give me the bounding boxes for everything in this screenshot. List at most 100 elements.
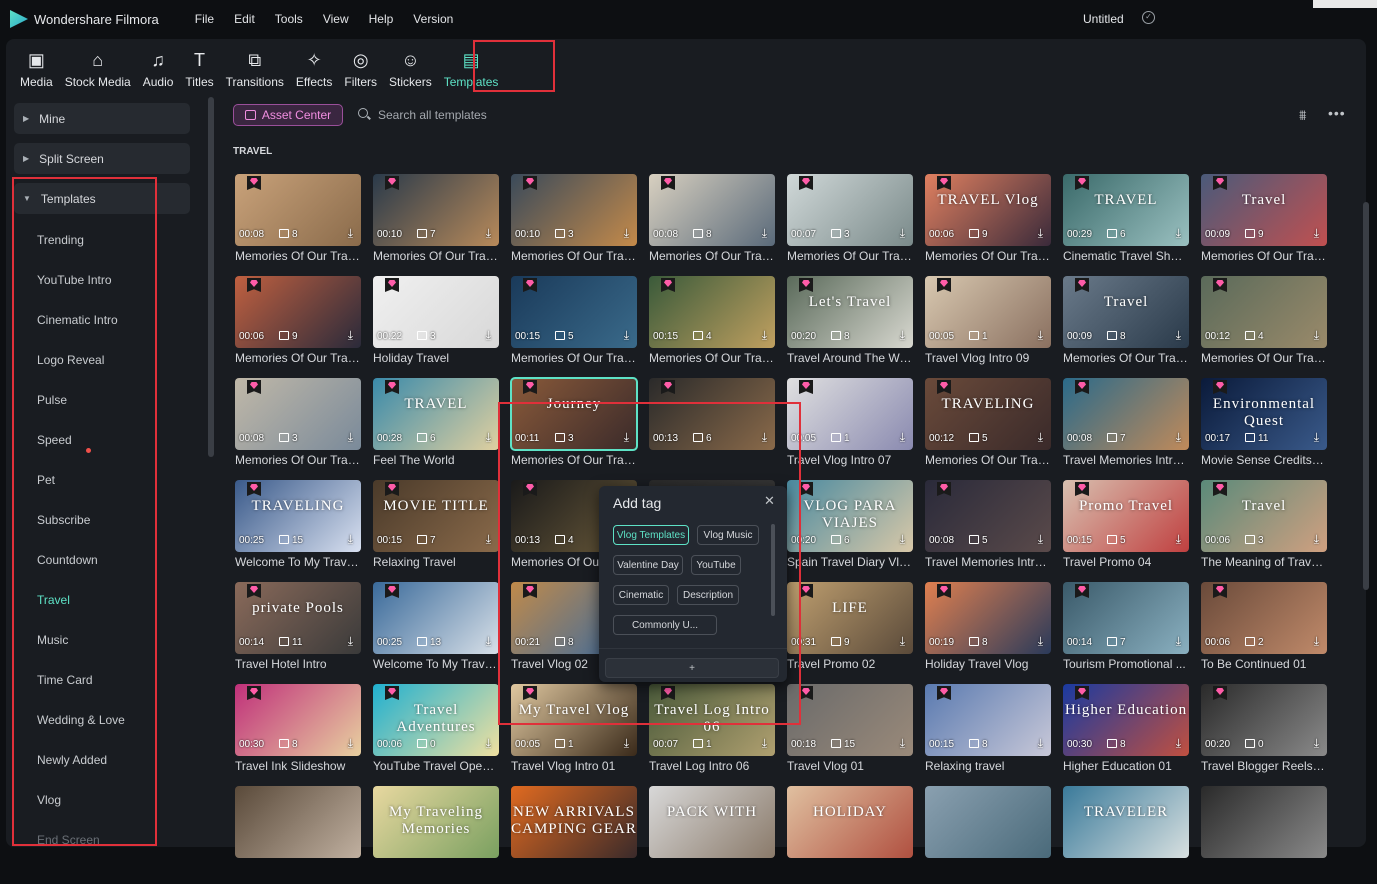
template-thumbnail[interactable]: 00:08 3 ⤓ — [235, 378, 361, 450]
template-thumbnail[interactable]: TRAVELING 00:25 15 ⤓ — [235, 480, 361, 552]
template-thumbnail[interactable]: My Traveling Memories — [373, 786, 499, 858]
template-card[interactable]: VLOG PARA VIAJES 00:20 6 ⤓ Spain Travel Diar… — [787, 480, 913, 578]
download-icon[interactable]: ⤓ — [348, 430, 353, 445]
menu-version[interactable]: Version — [403, 12, 463, 26]
download-icon[interactable]: ⤓ — [1038, 532, 1043, 547]
template-thumbnail[interactable]: NEW ARRIVALS CAMPING GEAR — [511, 786, 637, 858]
template-card[interactable]: Travel 00:09 8 ⤓ Memories Of Our Trav... — [1063, 276, 1189, 374]
template-card[interactable]: HOLIDAY — [787, 786, 913, 884]
template-card[interactable]: Travel 00:09 9 ⤓ Memories Of Our Trav... — [1201, 174, 1327, 272]
template-thumbnail[interactable]: 00:05 1 ⤓ — [925, 276, 1051, 348]
more-options-icon[interactable]: ••• — [1328, 105, 1346, 121]
sidebar-item-countdown[interactable]: Countdown — [37, 553, 98, 567]
download-icon[interactable]: ⤓ — [486, 532, 491, 547]
template-card[interactable]: TRAVELER — [1063, 786, 1189, 884]
template-card[interactable]: 00:06 2 ⤓ To Be Continued 01 — [1201, 582, 1327, 680]
download-icon[interactable]: ⤓ — [1038, 226, 1043, 241]
download-icon[interactable]: ⤓ — [1314, 634, 1319, 649]
template-thumbnail[interactable]: 00:07 3 ⤓ — [787, 174, 913, 246]
template-card[interactable]: 00:14 7 ⤓ Tourism Promotional ... — [1063, 582, 1189, 680]
download-icon[interactable]: ⤓ — [1038, 430, 1043, 445]
sidebar-group-split-screen[interactable]: ▶ Split Screen — [14, 143, 190, 174]
download-icon[interactable]: ⤓ — [762, 328, 767, 343]
template-thumbnail[interactable]: 00:15 4 ⤓ — [649, 276, 775, 348]
template-card[interactable]: 00:08 5 ⤓ Travel Memories Intro ... — [925, 480, 1051, 578]
menu-tools[interactable]: Tools — [265, 12, 313, 26]
template-thumbnail[interactable]: 00:08 8 ⤓ — [235, 174, 361, 246]
template-thumbnail[interactable] — [1201, 786, 1327, 858]
filter-icon[interactable]: ⩩ — [1299, 107, 1306, 124]
template-thumbnail[interactable]: 00:20 0 ⤓ — [1201, 684, 1327, 756]
template-thumbnail[interactable]: 00:22 3 ⤓ — [373, 276, 499, 348]
sidebar-item-end-screen[interactable]: End Screen — [37, 833, 100, 847]
tag-cinematic[interactable]: Cinematic — [613, 585, 669, 605]
popup-scrollbar[interactable] — [771, 524, 775, 616]
download-icon[interactable]: ⤓ — [1314, 430, 1319, 445]
tab-stock-media[interactable]: ⌂ Stock Media — [59, 39, 137, 89]
template-card[interactable]: 00:30 8 ⤓ Travel Ink Slideshow — [235, 684, 361, 782]
template-card[interactable]: 00:08 8 ⤓ Memories Of Our Trav... — [235, 174, 361, 272]
template-card[interactable]: 00:08 7 ⤓ Travel Memories Intro ... — [1063, 378, 1189, 476]
download-icon[interactable]: ⤓ — [624, 736, 629, 751]
template-card[interactable] — [235, 786, 361, 884]
template-card[interactable] — [1201, 786, 1327, 884]
template-card[interactable]: 00:08 8 ⤓ Memories Of Our Trav... — [649, 174, 775, 272]
template-thumbnail[interactable]: Travel 00:06 3 ⤓ — [1201, 480, 1327, 552]
template-card[interactable]: 00:05 1 ⤓ Travel Vlog Intro 07 — [787, 378, 913, 476]
download-icon[interactable]: ⤓ — [1038, 736, 1043, 751]
template-card[interactable]: Promo Travel 00:15 5 ⤓ Travel Promo 04 — [1063, 480, 1189, 578]
download-icon[interactable]: ⤓ — [900, 532, 905, 547]
template-thumbnail[interactable] — [235, 786, 361, 858]
download-icon[interactable]: ⤓ — [1176, 532, 1181, 547]
template-thumbnail[interactable]: 00:10 3 ⤓ — [511, 174, 637, 246]
sidebar-item-youtube-intro[interactable]: YouTube Intro — [37, 273, 112, 287]
template-card[interactable]: Higher Education 00:30 8 ⤓ Higher Education … — [1063, 684, 1189, 782]
template-card[interactable]: NEW ARRIVALS CAMPING GEAR — [511, 786, 637, 884]
template-card[interactable] — [925, 786, 1051, 884]
template-thumbnail[interactable]: 00:19 8 ⤓ — [925, 582, 1051, 654]
window-controls[interactable] — [1313, 0, 1377, 8]
template-thumbnail[interactable]: private Pools 00:14 11 ⤓ — [235, 582, 361, 654]
template-thumbnail[interactable]: PACK WITH — [649, 786, 775, 858]
template-card[interactable]: LIFE 00:31 9 ⤓ Travel Promo 02 — [787, 582, 913, 680]
sidebar-item-logo-reveal[interactable]: Logo Reveal — [37, 353, 104, 367]
template-thumbnail[interactable]: 00:12 4 ⤓ — [1201, 276, 1327, 348]
download-icon[interactable]: ⤓ — [1038, 634, 1043, 649]
download-icon[interactable]: ⤓ — [624, 226, 629, 241]
download-icon[interactable]: ⤓ — [348, 226, 353, 241]
template-thumbnail[interactable]: 00:06 9 ⤓ — [235, 276, 361, 348]
download-icon[interactable]: ⤓ — [1314, 736, 1319, 751]
project-title[interactable]: Untitled — [1083, 12, 1124, 26]
download-icon[interactable]: ⤓ — [348, 532, 353, 547]
download-icon[interactable]: ⤓ — [900, 736, 905, 751]
template-card[interactable]: 00:08 3 ⤓ Memories Of Our Trav... — [235, 378, 361, 476]
template-card[interactable]: Travel 00:06 3 ⤓ The Meaning of Travel... — [1201, 480, 1327, 578]
tab-stickers[interactable]: ☺ Stickers — [383, 39, 438, 89]
template-card[interactable]: 00:22 3 ⤓ Holiday Travel — [373, 276, 499, 374]
tab-audio[interactable]: ♫ Audio — [137, 39, 180, 89]
template-card[interactable]: 00:18 15 ⤓ Travel Vlog 01 — [787, 684, 913, 782]
template-thumbnail[interactable]: 00:18 15 ⤓ — [787, 684, 913, 756]
sidebar-item-speed[interactable]: Speed — [37, 433, 72, 447]
download-icon[interactable]: ⤓ — [348, 634, 353, 649]
tab-titles[interactable]: T Titles — [179, 39, 219, 89]
template-thumbnail[interactable]: HOLIDAY — [787, 786, 913, 858]
template-thumbnail[interactable]: TRAVELER — [1063, 786, 1189, 858]
tab-effects[interactable]: ✧ Effects — [290, 39, 338, 89]
download-icon[interactable]: ⤓ — [348, 736, 353, 751]
download-icon[interactable]: ⤓ — [1176, 430, 1181, 445]
template-thumbnail[interactable]: MOVIE TITLE 00:15 7 ⤓ — [373, 480, 499, 552]
download-icon[interactable]: ⤓ — [1176, 226, 1181, 241]
template-thumbnail[interactable]: Let's Travel 00:20 8 ⤓ — [787, 276, 913, 348]
template-card[interactable]: Environmental Quest 00:17 11 ⤓ Movie Sense C… — [1201, 378, 1327, 476]
tab-media[interactable]: ▣ Media — [14, 39, 59, 89]
add-tag-button[interactable]: + — [605, 658, 779, 678]
template-thumbnail[interactable]: Environmental Quest 00:17 11 ⤓ — [1201, 378, 1327, 450]
tag-commonly-used[interactable]: Commonly U... — [613, 615, 717, 635]
content-scrollbar[interactable] — [1363, 202, 1369, 590]
sidebar-item-wedding-love[interactable]: Wedding & Love — [37, 713, 125, 727]
download-icon[interactable]: ⤓ — [900, 226, 905, 241]
sidebar-item-pulse[interactable]: Pulse — [37, 393, 67, 407]
template-card[interactable]: 00:06 9 ⤓ Memories Of Our Trav... — [235, 276, 361, 374]
sidebar-item-subscribe[interactable]: Subscribe — [37, 513, 90, 527]
